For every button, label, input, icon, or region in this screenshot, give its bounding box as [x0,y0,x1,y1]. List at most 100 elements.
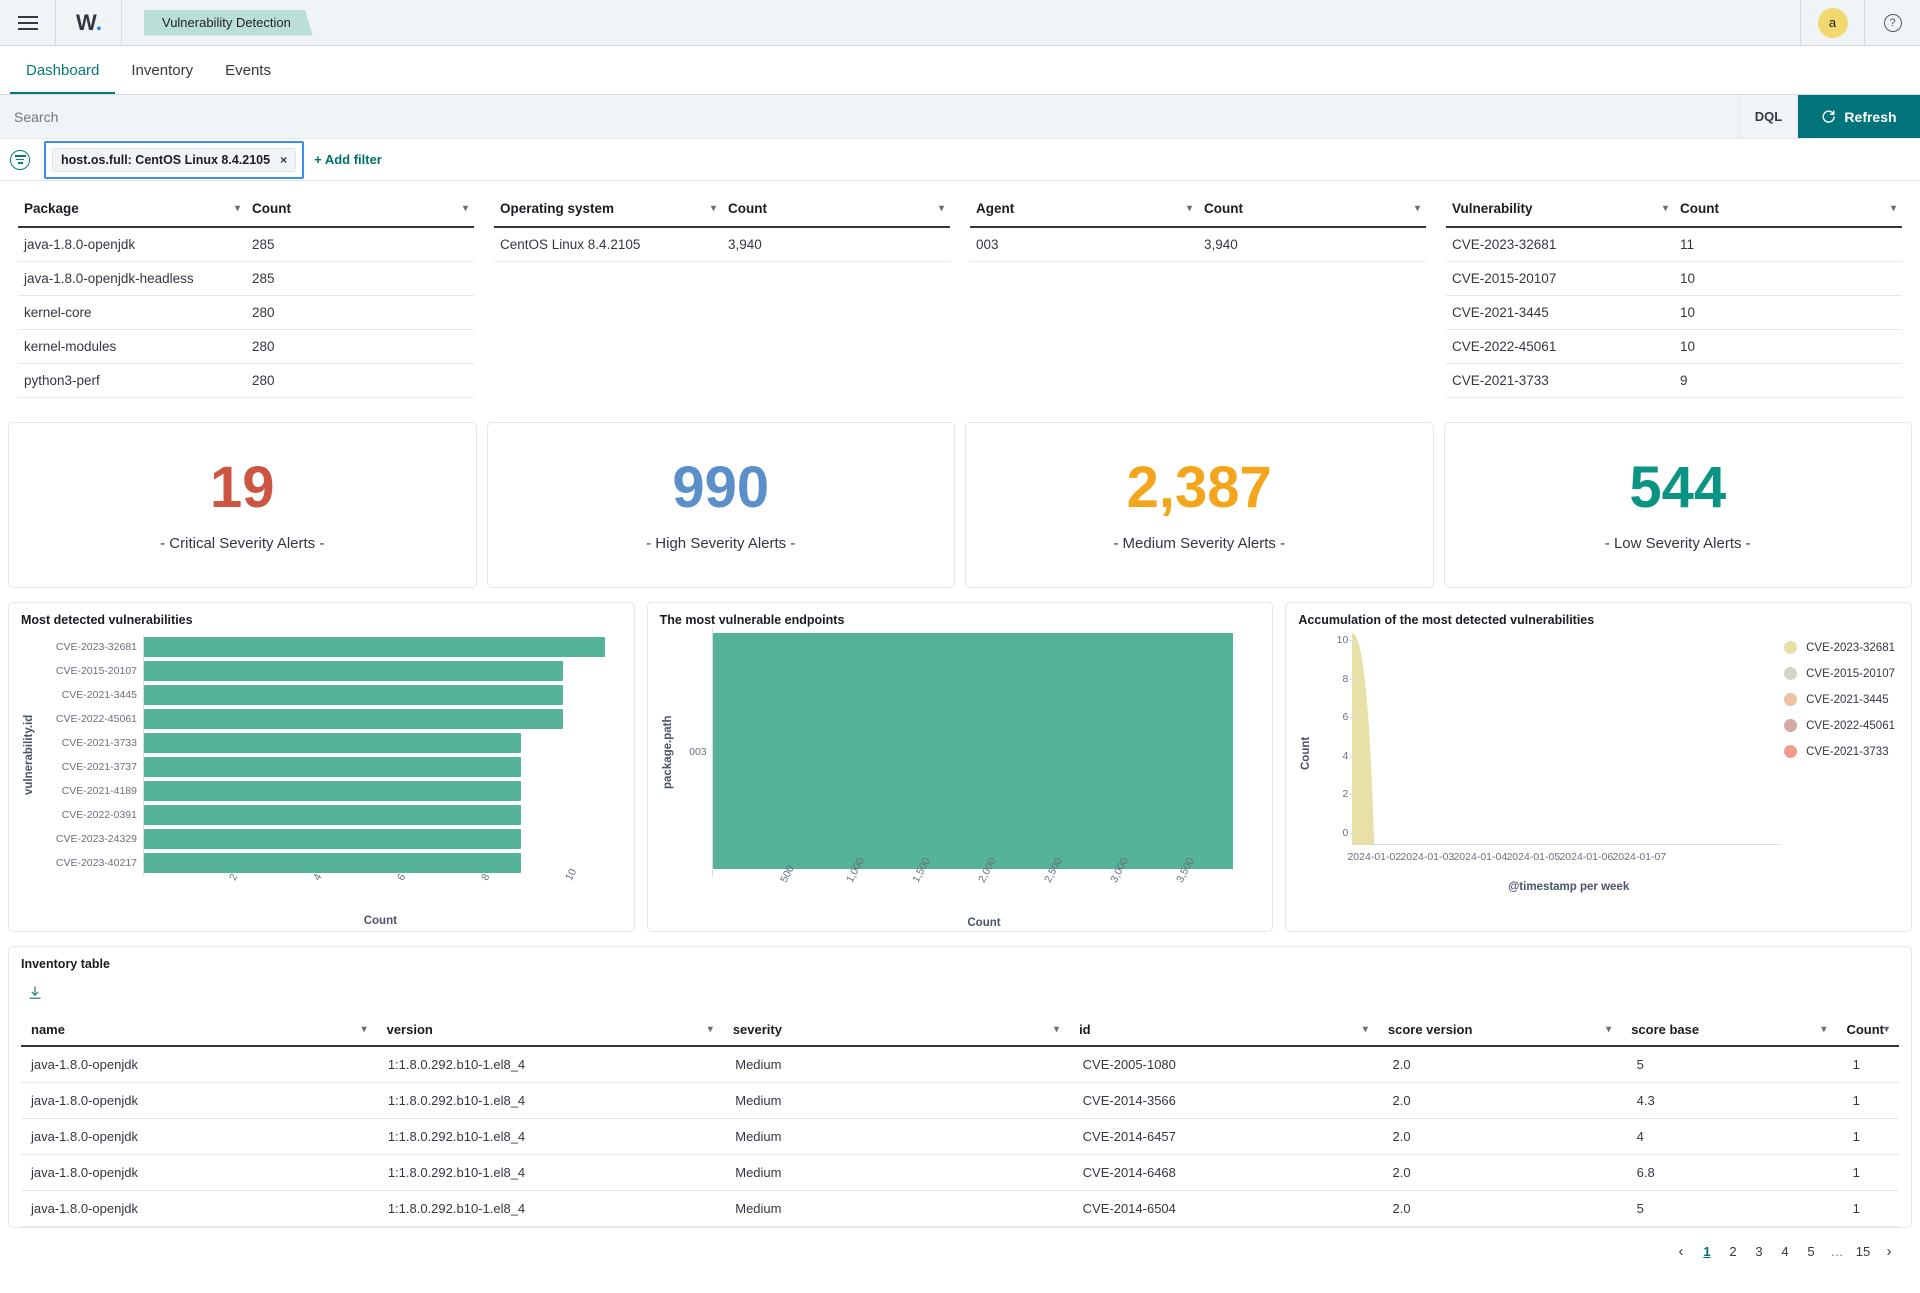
chevron-down-icon[interactable]: ▾ [711,203,716,214]
table-cell: Medium [725,1191,1072,1226]
table-row[interactable]: CVE-2021-37339 [1446,364,1902,398]
chevron-down-icon[interactable]: ▾ [1884,1024,1889,1035]
bar-CVE-2022-0391[interactable] [144,805,521,824]
table-row[interactable]: CVE-2022-4506110 [1446,330,1902,364]
column-header-count[interactable]: Count▾ [1674,189,1902,226]
filter-icon[interactable] [10,150,30,170]
bar-CVE-2021-3733[interactable] [144,733,521,752]
tab-inventory[interactable]: Inventory [115,62,209,94]
column-header-version[interactable]: version▾ [377,1012,723,1045]
bar-CVE-2023-32681[interactable] [144,637,605,656]
table-row[interactable]: java-1.8.0-openjdk285 [18,228,474,262]
table-row[interactable]: java-1.8.0-openjdk1:1.8.0.292.b10-1.el8_… [21,1155,1899,1191]
table-row[interactable]: CentOS Linux 8.4.21053,940 [494,228,950,262]
pagination-page-1[interactable]: 1 [1696,1240,1718,1262]
search-bar: DQL Refresh [0,95,1920,139]
column-header-severity[interactable]: severity▾ [723,1012,1069,1045]
table-cell: Medium [725,1119,1072,1154]
chevron-down-icon[interactable]: ▾ [1821,1024,1826,1035]
column-header-count[interactable]: Count▾ [1198,189,1426,226]
table-row[interactable]: CVE-2015-2010710 [1446,262,1902,296]
column-header-package[interactable]: Package▾ [18,189,246,226]
help-glyph: ? [1884,14,1902,32]
chevron-down-icon[interactable]: ▾ [1606,1024,1611,1035]
kpi-card-critical-severity-alerts[interactable]: 19- Critical Severity Alerts - [8,422,477,588]
chevron-down-icon[interactable]: ▾ [1415,203,1420,214]
refresh-button[interactable]: Refresh [1798,95,1920,138]
close-icon[interactable]: × [280,153,287,167]
bar-CVE-2023-40217[interactable] [144,853,521,872]
table-row[interactable]: java-1.8.0-openjdk1:1.8.0.292.b10-1.el8_… [21,1083,1899,1119]
pagination-page-4[interactable]: 4 [1774,1240,1796,1262]
bar-003[interactable] [713,633,1233,869]
legend-item-CVE-2023-32681[interactable]: CVE-2023-32681 [1784,641,1895,654]
legend-swatch [1784,719,1797,732]
legend-item-CVE-2021-3445[interactable]: CVE-2021-3445 [1784,693,1895,706]
chevron-down-icon[interactable]: ▾ [1363,1024,1368,1035]
table-row[interactable]: java-1.8.0-openjdk1:1.8.0.292.b10-1.el8_… [21,1119,1899,1155]
pagination-page-15[interactable]: 15 [1852,1240,1874,1262]
column-header-count[interactable]: Count▾ [246,189,474,226]
chevron-down-icon[interactable]: ▾ [235,203,240,214]
chevron-down-icon[interactable]: ▾ [1054,1024,1059,1035]
column-header-count[interactable]: Count▾ [722,189,950,226]
table-row[interactable]: CVE-2021-344510 [1446,296,1902,330]
app-logo[interactable]: W. [56,0,122,45]
table-row[interactable]: CVE-2023-3268111 [1446,228,1902,262]
legend-item-CVE-2015-20107[interactable]: CVE-2015-20107 [1784,667,1895,680]
legend-item-CVE-2022-45061[interactable]: CVE-2022-45061 [1784,719,1895,732]
chevron-down-icon[interactable]: ▾ [362,1024,367,1035]
area-CVE-2023-32681[interactable] [1352,633,1374,845]
tab-dashboard[interactable]: Dashboard [10,62,115,94]
bar-CVE-2023-24329[interactable] [144,829,521,848]
pagination-page-2[interactable]: 2 [1722,1240,1744,1262]
legend-item-CVE-2021-3733[interactable]: CVE-2021-3733 [1784,745,1895,758]
bar-CVE-2021-3737[interactable] [144,757,521,776]
chevron-down-icon[interactable]: ▾ [708,1024,713,1035]
chevron-down-icon[interactable]: ▾ [939,203,944,214]
tab-events[interactable]: Events [209,62,287,94]
pagination-prev-button[interactable]: ‹ [1670,1240,1692,1262]
chevron-down-icon[interactable]: ▾ [1187,203,1192,214]
column-header-name[interactable]: name▾ [21,1012,377,1045]
kpi-card-medium-severity-alerts[interactable]: 2,387- Medium Severity Alerts - [965,422,1434,588]
help-icon[interactable]: ? [1864,0,1920,45]
chevron-down-icon[interactable]: ▾ [463,203,468,214]
x-axis-ticks: 246810 [143,875,622,919]
pagination-page-3[interactable]: 3 [1748,1240,1770,1262]
chart-plot-area: Count CVE-2023-32681CVE-2015-20107CVE-20… [1298,627,1899,879]
search-input[interactable] [0,95,1740,138]
breadcrumb-item-vulnerability-detection[interactable]: Vulnerability Detection [144,10,313,36]
column-header-id[interactable]: id▾ [1069,1012,1378,1045]
chevron-down-icon[interactable]: ▾ [1891,203,1896,214]
add-filter-button[interactable]: + Add filter [314,152,382,167]
pagination-next-button[interactable]: › [1878,1240,1900,1262]
chevron-down-icon[interactable]: ▾ [1663,203,1668,214]
table-row[interactable]: python3-perf280 [18,364,474,398]
kpi-card-high-severity-alerts[interactable]: 990- High Severity Alerts - [487,422,956,588]
column-header-vulnerability[interactable]: Vulnerability▾ [1446,189,1674,226]
column-header-agent[interactable]: Agent▾ [970,189,1198,226]
hamburger-menu-icon[interactable] [0,0,56,45]
table-row[interactable]: java-1.8.0-openjdk-headless285 [18,262,474,296]
avatar[interactable]: a [1818,8,1848,38]
table-row[interactable]: kernel-modules280 [18,330,474,364]
dql-button[interactable]: DQL [1740,95,1798,138]
column-header-score-base[interactable]: score base▾ [1621,1012,1836,1045]
column-header-operating-system[interactable]: Operating system▾ [494,189,722,226]
bar-CVE-2021-3445[interactable] [144,685,563,704]
bar-CVE-2015-20107[interactable] [144,661,563,680]
bar-CVE-2021-4189[interactable] [144,781,521,800]
column-header-count[interactable]: Count▾ [1836,1012,1899,1045]
table-row[interactable]: java-1.8.0-openjdk1:1.8.0.292.b10-1.el8_… [21,1047,1899,1083]
column-header-score-version[interactable]: score version▾ [1378,1012,1621,1045]
table-row[interactable]: kernel-core280 [18,296,474,330]
filter-chip-host-os-full[interactable]: host.os.full: CentOS Linux 8.4.2105 × [52,148,296,172]
pagination-page-5[interactable]: 5 [1800,1240,1822,1262]
download-icon[interactable] [27,985,43,1006]
kpi-card-low-severity-alerts[interactable]: 544- Low Severity Alerts - [1444,422,1913,588]
bar-CVE-2022-45061[interactable] [144,709,563,728]
breadcrumb: Vulnerability Detection [122,0,313,45]
table-row[interactable]: 0033,940 [970,228,1426,262]
table-row[interactable]: java-1.8.0-openjdk1:1.8.0.292.b10-1.el8_… [21,1191,1899,1227]
